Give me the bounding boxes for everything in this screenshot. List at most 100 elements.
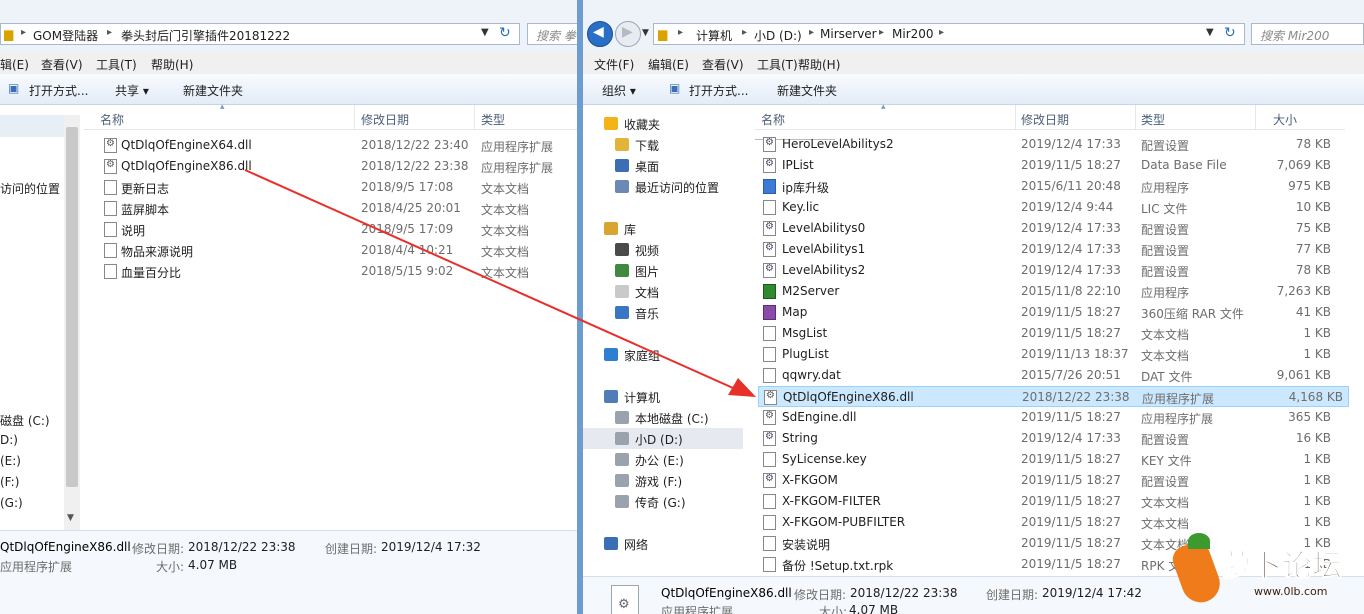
table-row[interactable]: String 2019/12/4 17:33 配置设置 16 KB [755, 428, 1333, 449]
left-breadcrumb-2[interactable]: 拳头封后门引擎插件20181222 [121, 27, 290, 44]
nav-item-desktop[interactable]: 桌面 [583, 155, 743, 176]
table-row[interactable]: X-FKGOM-FILTER 2019/11/5 18:27 文本文档 1 KB [755, 491, 1333, 512]
share-button[interactable]: 共享 ▾ [115, 82, 149, 99]
left-breadcrumb-1[interactable]: GOM登陆器 [33, 27, 98, 44]
left-search-input[interactable]: 搜索 拳 [527, 23, 577, 45]
right-search-input[interactable]: 搜索 Mir200 [1251, 23, 1364, 45]
open-with-button[interactable]: 打开方式... [29, 82, 88, 99]
dropdown-chevron-icon[interactable]: ▼ [481, 27, 489, 38]
right-breadcrumb-4[interactable]: Mir200 [892, 27, 934, 41]
file-txt-icon [763, 515, 776, 530]
table-row[interactable]: Key.lic 2019/12/4 9:44 LIC 文件 10 KB [755, 197, 1333, 218]
nav-item-c-drive[interactable]: 磁盘 (C:) [0, 412, 50, 429]
table-row[interactable]: QtDlqOfEngineX86.dll 2018/12/22 23:38 应用程序… [758, 386, 1349, 407]
menu-edit[interactable]: 辑(E) [0, 56, 29, 73]
file-date: 2015/7/26 20:51 [1021, 368, 1121, 382]
forward-button[interactable]: ▶ [615, 21, 641, 47]
nav-item-e-drive[interactable]: (E:) [0, 454, 21, 468]
nav-item-drive[interactable]: 办公 (E:) [583, 449, 743, 470]
refresh-icon[interactable]: ↻ [499, 25, 511, 41]
menu-view[interactable]: 查看(V) [41, 56, 83, 73]
table-row[interactable]: 说明 2018/9/5 17:09 文本文档 [84, 219, 577, 240]
menu-help[interactable]: 帮助(H) [151, 56, 193, 73]
left-nav-scrollbar[interactable]: ▼ [64, 115, 80, 530]
menu-tools[interactable]: 工具(T) [757, 56, 798, 73]
nav-item-recent[interactable]: 最近访问的位置 [583, 176, 743, 197]
right-breadcrumb-1[interactable]: 计算机 [696, 27, 732, 44]
table-row[interactable]: IPList 2019/11/5 18:27 Data Base File 7,069… [755, 155, 1333, 176]
scrollbar-thumb[interactable] [66, 127, 78, 487]
nav-label: 传奇 (G:) [635, 496, 686, 510]
nav-item-d-drive[interactable]: D:) [0, 433, 18, 447]
menu-help[interactable]: 帮助(H) [798, 56, 840, 73]
nav-item-homegroup[interactable]: 家庭组 [583, 344, 743, 365]
table-row[interactable]: ip库升级 2015/6/11 20:48 应用程序 975 KB [755, 176, 1333, 197]
table-row[interactable]: PlugList 2019/11/13 18:37 文本文档 1 KB [755, 344, 1333, 365]
details-filetype: 应用程序扩展 [0, 560, 73, 574]
nav-item-star[interactable]: 收藏夹 [583, 113, 743, 134]
table-row[interactable]: X-FKGOM-PUBFILTER 2019/11/5 18:27 文本文档 1 KB [755, 512, 1333, 533]
table-row[interactable]: MsgList 2019/11/5 18:27 文本文档 1 KB [755, 323, 1333, 344]
table-row[interactable]: 更新日志 2018/9/5 17:08 文本文档 [84, 177, 577, 198]
history-chevron-icon[interactable]: ▼ [642, 28, 649, 38]
table-row[interactable]: M2Server 2015/11/8 22:10 应用程序 7,263 KB [755, 281, 1333, 302]
nav-item-drive[interactable]: 本地磁盘 (C:) [583, 407, 743, 428]
nav-item-folder[interactable]: 下载 [583, 134, 743, 155]
table-row[interactable]: LevelAbilitys2 2019/12/4 17:33 配置设置 78 KB [755, 260, 1333, 281]
table-row[interactable]: qqwry.dat 2015/7/26 20:51 DAT 文件 9,061 KB [755, 365, 1333, 386]
table-row[interactable]: 蓝屏脚本 2018/4/25 20:01 文本文档 [84, 198, 577, 219]
scroll-down-icon[interactable]: ▼ [67, 513, 74, 523]
table-row[interactable]: QtDlqOfEngineX64.dll 2018/12/22 23:40 应用程序… [84, 135, 577, 156]
nav-item-video[interactable]: 视频 [583, 239, 743, 260]
menu-tools[interactable]: 工具(T) [96, 56, 137, 73]
details-size: 4.07 MB [849, 603, 899, 614]
table-row[interactable]: 血量百分比 2018/5/15 9:02 文本文档 [84, 261, 577, 282]
table-row[interactable]: SyLicense.key 2019/11/5 18:27 KEY 文件 1 KB [755, 449, 1333, 470]
nav-item-drive[interactable]: 小D (D:) [583, 428, 743, 449]
refresh-icon[interactable]: ↻ [1224, 25, 1236, 41]
nav-item-document[interactable]: 文档 [583, 281, 743, 302]
open-with-button[interactable]: 打开方式... [689, 82, 748, 99]
table-row[interactable]: LevelAbilitys1 2019/12/4 17:33 配置设置 77 KB [755, 239, 1333, 260]
column-name[interactable]: 名称 [761, 111, 785, 128]
nav-item-computer[interactable]: 计算机 [583, 386, 743, 407]
file-size: 1 KB [1303, 473, 1331, 487]
nav-item-g-drive[interactable]: (G:) [0, 496, 23, 510]
column-name[interactable]: 名称 [100, 111, 124, 128]
file-name: 安装说明 [782, 538, 831, 552]
nav-item-recent[interactable]: 访问的位置 [0, 180, 60, 197]
nav-item-picture[interactable]: 图片 [583, 260, 743, 281]
table-row[interactable]: Map 2019/11/5 18:27 360压缩 RAR 文件 41 KB [755, 302, 1333, 323]
new-folder-button[interactable]: 新建文件夹 [777, 82, 837, 99]
table-row[interactable]: QtDlqOfEngineX86.dll 2018/12/22 23:38 应用程序… [84, 156, 577, 177]
table-row[interactable]: SdEngine.dll 2019/11/5 18:27 应用程序扩展 365 KB [755, 407, 1333, 428]
column-date[interactable]: 修改日期 [1021, 111, 1069, 128]
left-address-bar[interactable]: ▆ ▸ GOM登陆器 ▸ 拳头封后门引擎插件20181222 ▼ ↻ [0, 23, 520, 45]
nav-item-f-drive[interactable]: (F:) [0, 475, 19, 489]
column-type[interactable]: 类型 [1141, 111, 1165, 128]
table-row[interactable]: X-FKGOM 2019/11/5 18:27 配置设置 1 KB [755, 470, 1333, 491]
details-created-label: 创建日期: [986, 588, 1039, 602]
organize-button[interactable]: 组织 ▾ [602, 82, 636, 99]
back-button[interactable]: ◀ [587, 21, 613, 47]
dropdown-chevron-icon[interactable]: ▼ [1206, 27, 1214, 38]
right-address-bar[interactable]: ▆ ▸ 计算机 ▸ 小D (D:) ▸ Mirserver ▸ Mir200 ▸… [653, 23, 1245, 45]
nav-item-network[interactable]: 网络 [583, 533, 743, 554]
new-folder-button[interactable]: 新建文件夹 [183, 82, 243, 99]
nav-item-music[interactable]: 音乐 [583, 302, 743, 323]
file-type: LIC 文件 [1141, 202, 1188, 216]
right-breadcrumb-2[interactable]: 小D (D:) [754, 27, 802, 44]
menu-edit[interactable]: 编辑(E) [648, 56, 689, 73]
menu-view[interactable]: 查看(V) [702, 56, 744, 73]
nav-item-drive[interactable]: 游戏 (F:) [583, 470, 743, 491]
column-date[interactable]: 修改日期 [361, 111, 409, 128]
column-type[interactable]: 类型 [481, 111, 505, 128]
column-size[interactable]: 大小 [1273, 111, 1297, 128]
table-row[interactable]: LevelAbilitys0 2019/12/4 17:33 配置设置 75 KB [755, 218, 1333, 239]
table-row[interactable]: HeroLevelAbilitys2 2019/12/4 17:33 配置设置 78 … [755, 134, 1333, 155]
nav-item-drive[interactable]: 传奇 (G:) [583, 491, 743, 512]
menu-file[interactable]: 文件(F) [594, 56, 634, 73]
table-row[interactable]: 物品来源说明 2018/4/4 10:21 文本文档 [84, 240, 577, 261]
nav-item-library[interactable]: 库 [583, 218, 743, 239]
right-breadcrumb-3[interactable]: Mirserver [820, 27, 877, 41]
